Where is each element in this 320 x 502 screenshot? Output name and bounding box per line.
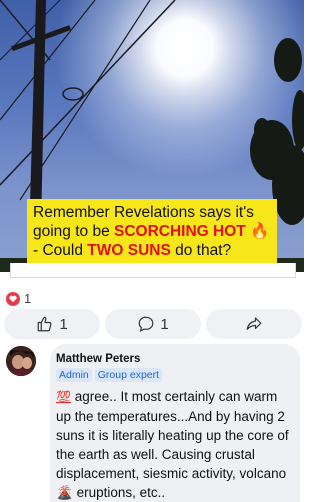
comment-button[interactable]: 1	[105, 309, 201, 339]
comment-author[interactable]: Matthew Peters	[56, 353, 294, 365]
comment-text-1: agree.. It most certainly can warm up th…	[56, 389, 289, 481]
like-button[interactable]: 1	[4, 309, 100, 339]
post-link-strip	[10, 263, 296, 278]
group-expert-badge[interactable]: Group expert	[94, 368, 163, 382]
caption-two-suns: TWO SUNS	[87, 242, 171, 259]
caption-text-2: - Could	[33, 242, 88, 259]
share-button[interactable]	[206, 309, 302, 339]
author-badges: Admin Group expert	[56, 368, 294, 382]
caption-text-3: do that?	[170, 242, 232, 259]
avatar-photo	[6, 346, 36, 376]
like-count: 1	[59, 315, 68, 333]
share-icon	[246, 317, 262, 330]
comment-icon	[138, 316, 154, 332]
fire-emoji: 🔥	[250, 223, 270, 240]
reaction-count: 1	[24, 291, 32, 306]
comment-text: 💯 agree.. It most certainly can warm up …	[56, 387, 294, 502]
post-photo[interactable]: Remember Revelations says it's going to …	[0, 0, 304, 272]
caption-scorching-hot: SCORCHING HOT	[114, 223, 246, 240]
avatar[interactable]	[6, 346, 36, 376]
comment-count: 1	[160, 315, 169, 333]
comment-text-2: eruptions, etc..	[72, 485, 166, 500]
admin-badge[interactable]: Admin	[56, 368, 92, 382]
reaction-summary[interactable]: 1	[6, 291, 31, 306]
post-actions: 1 1	[4, 309, 302, 339]
volcano-emoji: 🌋	[56, 485, 73, 500]
comment-bubble: Matthew Peters Admin Group expert 💯 agre…	[50, 344, 300, 502]
thumbs-up-icon	[37, 316, 52, 332]
heart-icon	[6, 291, 20, 306]
hundred-points-emoji: 💯	[56, 390, 71, 404]
post-caption: Remember Revelations says it's going to …	[27, 199, 277, 265]
